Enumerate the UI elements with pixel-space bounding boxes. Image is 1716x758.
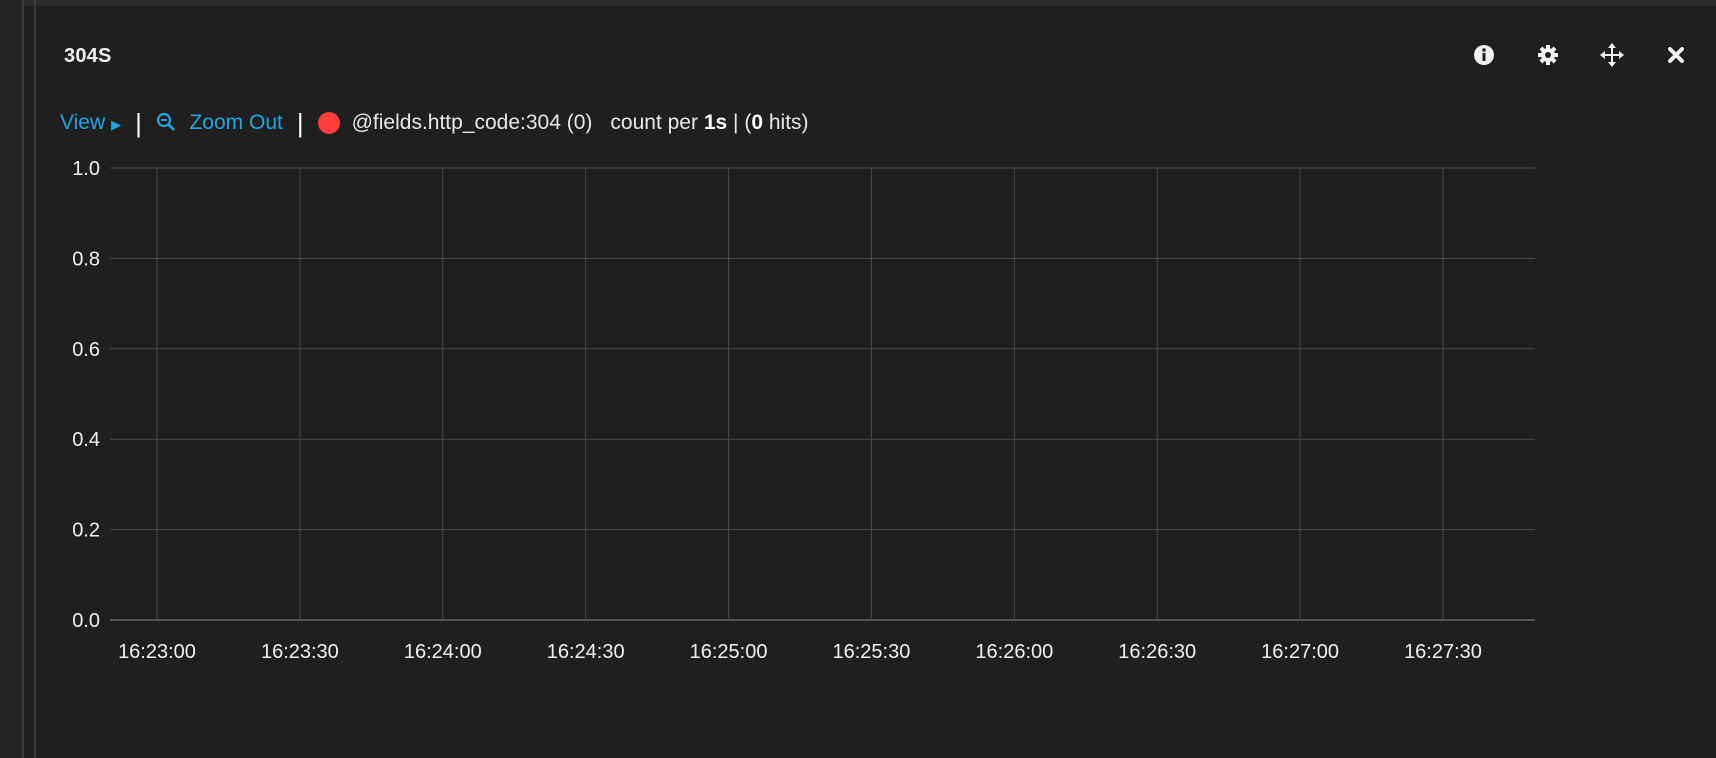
x-tick-label: 16:27:00 — [1261, 641, 1339, 663]
x-tick-label: 16:25:30 — [833, 641, 911, 663]
x-tick-label: 16:23:00 — [118, 641, 196, 663]
x-axis-labels: 16:23:00 16:23:30 16:24:00 16:24:30 16:25:00… — [118, 641, 1482, 663]
y-tick-label: 1.0 — [72, 158, 100, 180]
x-gridlines — [156, 168, 1444, 620]
x-tick-label: 16:23:30 — [261, 641, 339, 663]
y-tick-label: 0.2 — [72, 520, 100, 542]
y-gridlines — [110, 167, 1535, 621]
y-tick-label: 0.4 — [72, 429, 100, 451]
x-tick-label: 16:26:00 — [975, 641, 1053, 663]
y-tick-label: 0.6 — [72, 339, 100, 361]
y-axis-labels: 0.0 0.2 0.4 0.6 0.8 1.0 — [72, 158, 100, 632]
y-tick-label: 0.0 — [72, 610, 100, 632]
histogram-chart[interactable]: 0.0 0.2 0.4 0.6 0.8 1.0 16:23:00 16:23:30 16:24… — [0, 0, 1716, 758]
x-tick-label: 16:24:30 — [547, 641, 625, 663]
x-tick-label: 16:27:30 — [1404, 641, 1482, 663]
x-tick-label: 16:24:00 — [404, 641, 482, 663]
y-tick-label: 0.8 — [72, 248, 100, 270]
x-tick-label: 16:26:30 — [1118, 641, 1196, 663]
x-tick-label: 16:25:00 — [690, 641, 768, 663]
